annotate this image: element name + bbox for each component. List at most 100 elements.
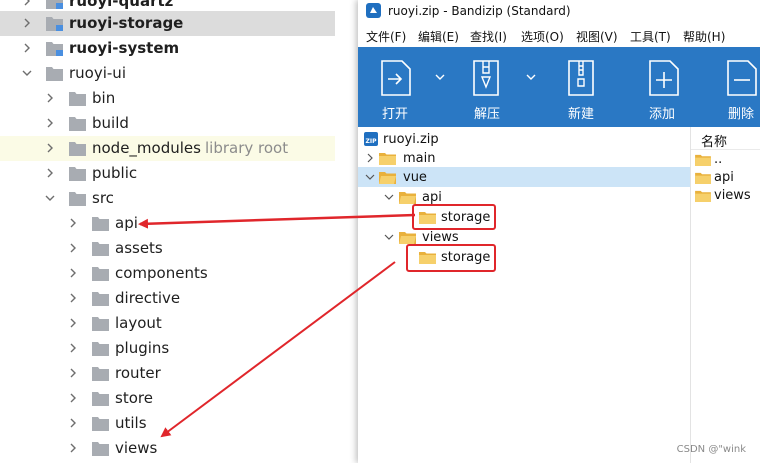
chevron-right-icon[interactable]	[44, 167, 56, 179]
chevron-right-icon[interactable]	[44, 142, 56, 154]
chevron-right-icon[interactable]	[67, 217, 79, 229]
tree-item-label: views	[115, 439, 158, 457]
tree-item-assets[interactable]: assets	[0, 236, 335, 261]
tree-item-views[interactable]: views	[0, 436, 335, 461]
tree-item-label: vue	[403, 170, 427, 185]
chevron-right-icon[interactable]	[44, 92, 56, 104]
folder-icon	[92, 342, 109, 356]
archive-folder-tree: ZIP ruoyi.zip main vue api storage views…	[358, 127, 690, 463]
tree-item-components[interactable]: components	[0, 261, 335, 286]
tree-item-label: ruoyi-ui	[69, 64, 126, 82]
tree-item-api[interactable]: api	[0, 211, 335, 236]
folder-icon	[92, 317, 109, 331]
chevron-down-icon[interactable]	[21, 67, 33, 79]
tree-item-root[interactable]: ZIP ruoyi.zip	[358, 129, 690, 149]
tree-item-src[interactable]: src	[0, 186, 335, 211]
list-item-label: ..	[714, 152, 723, 167]
chevron-down-icon[interactable]	[44, 192, 56, 204]
tree-item-directive[interactable]: directive	[0, 286, 335, 311]
chevron-right-icon[interactable]	[365, 153, 375, 163]
tree-item-vue[interactable]: vue	[358, 167, 690, 187]
folder-icon	[695, 154, 711, 166]
chevron-right-icon[interactable]	[67, 417, 79, 429]
add-file-icon	[649, 60, 679, 96]
module-folder-icon	[46, 42, 63, 56]
menu-file[interactable]: 文件(F)	[366, 28, 406, 45]
chevron-down-icon[interactable]	[384, 192, 394, 202]
tree-item-label: bin	[92, 89, 116, 107]
chevron-right-icon[interactable]	[21, 17, 33, 29]
new-button[interactable]: 新建	[563, 47, 613, 127]
menu-options[interactable]: 选项(O)	[521, 28, 564, 45]
tree-item-layout[interactable]: layout	[0, 311, 335, 336]
tree-item-router[interactable]: router	[0, 361, 335, 386]
chevron-right-icon[interactable]	[21, 42, 33, 54]
title-bar: ruoyi.zip - Bandizip (Standard)	[358, 0, 760, 22]
tree-item-api-storage[interactable]: storage	[358, 207, 690, 227]
list-item-label: api	[714, 170, 734, 185]
chevron-down-icon[interactable]	[365, 172, 375, 182]
chevron-right-icon[interactable]	[67, 442, 79, 454]
chevron-right-icon[interactable]	[67, 242, 79, 254]
tree-item-label: ruoyi-quartz	[69, 0, 174, 10]
tree-item-label: public	[92, 164, 138, 182]
chevron-right-icon[interactable]	[67, 392, 79, 404]
delete-file-icon	[727, 60, 757, 96]
folder-icon	[69, 192, 86, 206]
extract-icon	[473, 60, 499, 96]
tree-item-bin[interactable]: bin	[0, 86, 335, 111]
menu-tools[interactable]: 工具(T)	[630, 28, 671, 45]
tree-item-ruoyi-ui[interactable]: ruoyi-ui	[0, 61, 335, 86]
tree-item-ruoyi-storage[interactable]: ruoyi-storage	[0, 11, 335, 36]
folder-icon	[695, 172, 711, 184]
chevron-right-icon[interactable]	[67, 367, 79, 379]
chevron-right-icon[interactable]	[67, 267, 79, 279]
add-label: 添加	[649, 107, 676, 122]
tree-item-label: plugins	[115, 339, 170, 357]
open-button[interactable]: 打开	[376, 47, 436, 127]
chevron-right-icon[interactable]	[67, 292, 79, 304]
tree-item-node-modules[interactable]: node_modules library root	[0, 136, 335, 161]
tree-item-api[interactable]: api	[358, 187, 690, 207]
chevron-right-icon[interactable]	[67, 317, 79, 329]
extract-button[interactable]: 解压	[468, 47, 528, 127]
tree-item-store[interactable]: store	[0, 386, 335, 411]
chevron-down-icon[interactable]	[435, 73, 445, 81]
menu-edit[interactable]: 编辑(E)	[418, 28, 459, 45]
chevron-right-icon[interactable]	[44, 117, 56, 129]
tree-item-build[interactable]: build	[0, 111, 335, 136]
menu-view[interactable]: 视图(V)	[576, 28, 618, 45]
chevron-down-icon[interactable]	[526, 73, 536, 81]
folder-open-icon	[399, 232, 416, 244]
tree-item-plugins[interactable]: plugins	[0, 336, 335, 361]
folder-icon	[46, 67, 63, 81]
svg-text:ZIP: ZIP	[366, 138, 378, 145]
delete-button[interactable]: 删除	[724, 47, 760, 127]
menu-find[interactable]: 查找(I)	[470, 28, 507, 45]
new-archive-icon	[568, 60, 594, 96]
folder-icon	[92, 267, 109, 281]
tree-item-label: router	[115, 364, 161, 382]
chevron-right-icon[interactable]	[67, 342, 79, 354]
chevron-down-icon[interactable]	[384, 232, 394, 242]
zip-archive-icon: ZIP	[364, 132, 378, 146]
menu-bar: 文件(F) 编辑(E) 查找(I) 选项(O) 视图(V) 工具(T) 帮助(H…	[358, 24, 760, 46]
tree-item-main[interactable]: main	[358, 148, 690, 168]
tree-item-ruoyi-system[interactable]: ruoyi-system	[0, 36, 335, 61]
project-tree: ruoyi-quartz ruoyi-storage ruoyi-system ruo…	[0, 0, 335, 463]
tree-item-public[interactable]: public	[0, 161, 335, 186]
folder-icon	[92, 217, 109, 231]
tree-item-label: components	[115, 264, 208, 282]
delete-label: 删除	[728, 107, 755, 122]
folder-icon	[92, 442, 109, 456]
file-list: 名称 .. api views	[691, 127, 760, 463]
folder-icon	[69, 142, 86, 156]
chevron-right-icon[interactable]	[21, 0, 33, 7]
module-folder-icon	[46, 0, 63, 9]
column-header-label: 名称	[701, 135, 728, 150]
column-header-name[interactable]: 名称	[691, 127, 760, 150]
tree-item-utils[interactable]: utils	[0, 411, 335, 436]
add-button[interactable]: 添加	[646, 47, 696, 127]
menu-help[interactable]: 帮助(H)	[683, 28, 725, 45]
tree-item-label: directive	[115, 289, 181, 307]
